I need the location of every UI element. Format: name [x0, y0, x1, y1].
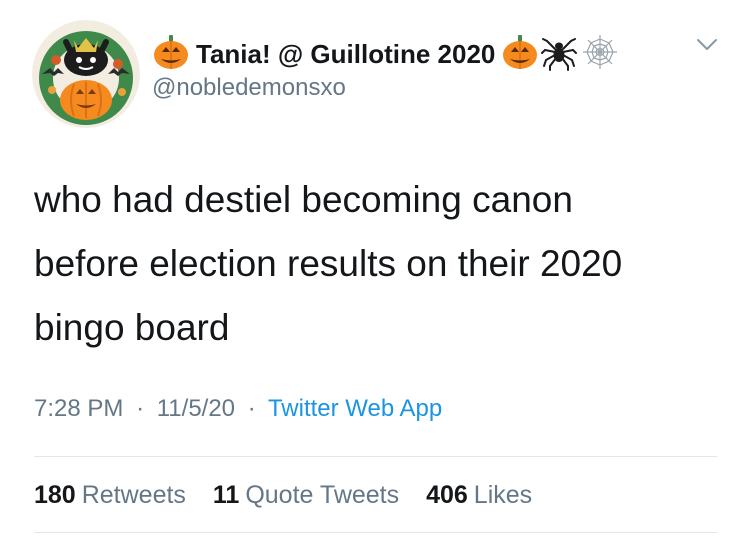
divider [34, 456, 717, 457]
display-name-row[interactable]: Tania! @ Guillotine 2020 [152, 34, 619, 74]
tweet-time[interactable]: 7:28 PM [34, 395, 123, 422]
display-name[interactable]: Tania! @ Guillotine 2020 [196, 39, 495, 70]
tweet-source-link[interactable]: Twitter Web App [268, 395, 442, 422]
jack-o-lantern-icon [501, 33, 539, 76]
likes-count: 406 [426, 481, 468, 509]
meta-separator: · [247, 395, 256, 422]
divider [34, 532, 717, 533]
tweet-date[interactable]: 11/5/20 [157, 395, 235, 422]
spider-web-icon [581, 33, 619, 76]
retweets-count: 180 [34, 481, 76, 509]
jack-o-lantern-icon [152, 33, 190, 76]
retweets-stat[interactable]: 180 Retweets [34, 481, 186, 509]
chevron-down-icon[interactable] [696, 38, 718, 57]
likes-label: Likes [473, 481, 533, 509]
tweet-meta: 7:28 PM · 11/5/20 · Twitter Web App [34, 395, 442, 423]
quote-tweets-count: 11 [212, 481, 240, 509]
quote-tweets-stat[interactable]: 11 Quote Tweets [213, 481, 399, 509]
tweet-stats: 180 Retweets 11 Quote Tweets 406 Likes [34, 481, 552, 510]
meta-separator: · [136, 395, 145, 422]
user-handle[interactable]: @nobledemonsxo [152, 74, 346, 102]
quote-tweets-label: Quote Tweets [245, 481, 400, 509]
profile-avatar[interactable] [32, 20, 140, 128]
spider-icon [541, 33, 578, 76]
likes-stat[interactable]: 406 Likes [426, 481, 532, 509]
retweets-label: Retweets [81, 481, 186, 509]
tweet-text: who had destiel becoming canon before el… [34, 179, 623, 348]
